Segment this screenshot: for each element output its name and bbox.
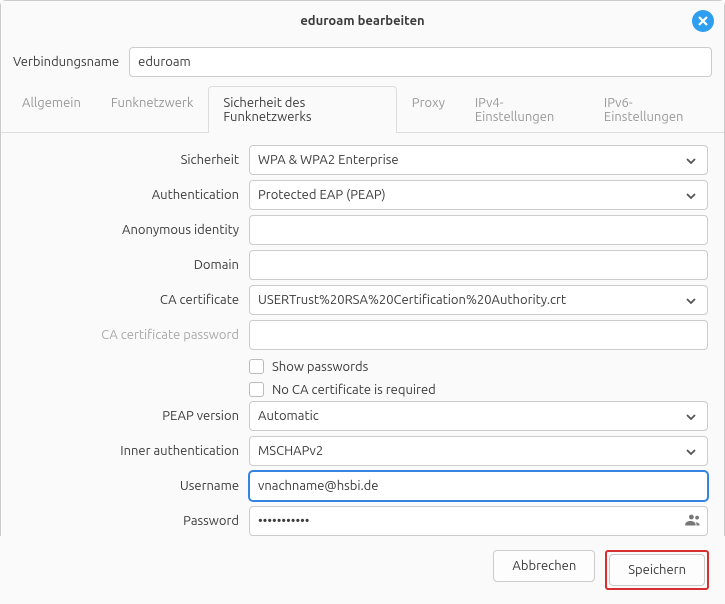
password-label: Password: [17, 514, 249, 528]
show-passwords-checkbox[interactable]: [249, 359, 264, 374]
username-input[interactable]: [249, 471, 708, 501]
window-title: eduroam bearbeiten: [300, 14, 424, 28]
authentication-select[interactable]: Protected EAP (PEAP): [249, 180, 708, 210]
cancel-button[interactable]: Abbrechen: [493, 550, 595, 582]
users-icon[interactable]: [684, 512, 700, 531]
ca-cert-label: CA certificate: [17, 293, 249, 307]
ca-cert-pw-input: [249, 320, 708, 350]
connection-name-row: Verbindungsname: [1, 41, 724, 83]
no-ca-required-checkbox[interactable]: [249, 382, 264, 397]
chevron-down-icon: [683, 293, 699, 307]
ca-cert-select[interactable]: USERTrust%20RSA%20Certification%20Author…: [249, 285, 708, 315]
password-input[interactable]: [249, 506, 708, 536]
ca-cert-pw-label: CA certificate password: [17, 328, 249, 342]
security-value: WPA & WPA2 Enterprise: [258, 153, 399, 167]
inner-auth-label: Inner authentication: [17, 444, 249, 458]
domain-label: Domain: [17, 258, 249, 272]
authentication-value: Protected EAP (PEAP): [258, 188, 386, 202]
tab-funknetzwerk[interactable]: Funknetzwerk: [96, 86, 209, 133]
chevron-down-icon: [683, 188, 699, 202]
chevron-down-icon: [683, 409, 699, 423]
show-passwords-label: Show passwords: [272, 360, 368, 374]
anon-identity-label: Anonymous identity: [17, 223, 249, 237]
security-select[interactable]: WPA & WPA2 Enterprise: [249, 145, 708, 175]
ca-cert-value: USERTrust%20RSA%20Certification%20Author…: [258, 293, 566, 307]
close-icon: [698, 16, 708, 26]
titlebar: eduroam bearbeiten: [1, 1, 724, 41]
inner-auth-select[interactable]: MSCHAPv2: [249, 436, 708, 466]
chevron-down-icon: [683, 444, 699, 458]
chevron-down-icon: [683, 153, 699, 167]
save-button[interactable]: Speichern: [609, 554, 705, 586]
peap-version-select[interactable]: Automatic: [249, 401, 708, 431]
save-highlight: Speichern: [605, 550, 709, 590]
tab-proxy[interactable]: Proxy: [397, 86, 460, 133]
no-ca-required-label: No CA certificate is required: [272, 383, 436, 397]
peap-version-value: Automatic: [258, 409, 319, 423]
tab-ipv6[interactable]: IPv6-Einstellungen: [589, 86, 718, 133]
tab-sicherheit[interactable]: Sicherheit des Funknetzwerks: [208, 86, 396, 133]
username-label: Username: [17, 479, 249, 493]
close-button[interactable]: [692, 10, 714, 32]
connection-name-label: Verbindungsname: [13, 55, 119, 69]
dialog-footer: Abbrechen Speichern: [0, 536, 725, 604]
peap-version-label: PEAP version: [17, 409, 249, 423]
authentication-label: Authentication: [17, 188, 249, 202]
domain-input[interactable]: [249, 250, 708, 280]
tab-ipv4[interactable]: IPv4-Einstellungen: [460, 86, 589, 133]
tabs: Allgemein Funknetzwerk Sicherheit des Fu…: [1, 85, 724, 133]
security-label: Sicherheit: [17, 153, 249, 167]
connection-name-input[interactable]: [129, 47, 712, 77]
anon-identity-input[interactable]: [249, 215, 708, 245]
tab-allgemein[interactable]: Allgemein: [7, 86, 96, 133]
security-form: Sicherheit WPA & WPA2 Enterprise Authent…: [1, 133, 724, 572]
inner-auth-value: MSCHAPv2: [258, 444, 323, 458]
